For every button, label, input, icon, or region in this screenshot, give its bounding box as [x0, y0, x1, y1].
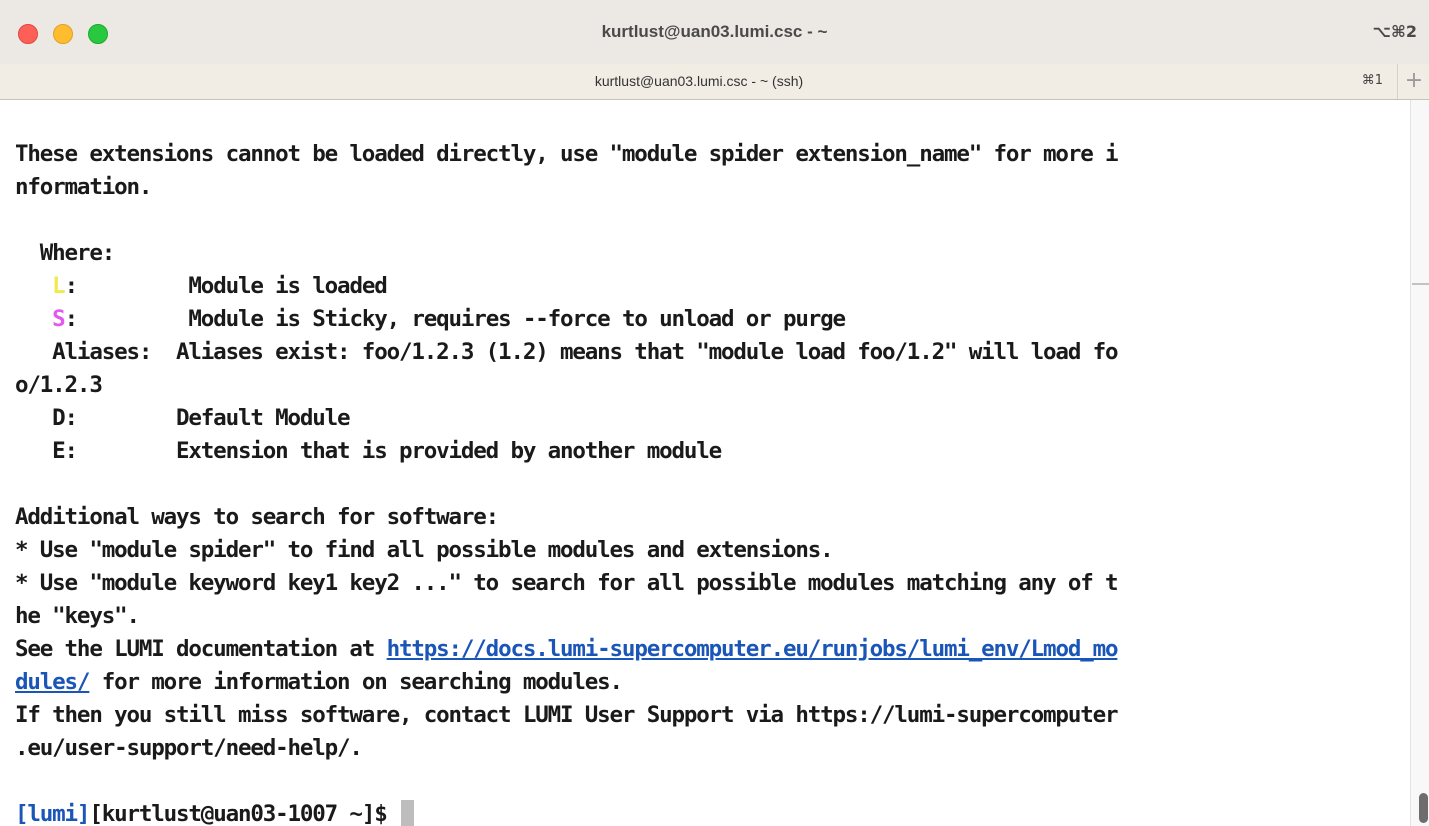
documentation-link-cont[interactable]: dules/ — [15, 669, 90, 695]
text-cursor — [400, 800, 414, 826]
output-line: Aliases: Aliases exist: foo/1.2.3 (1.2) … — [15, 339, 1118, 365]
documentation-link[interactable]: https://docs.lumi-supercomputer.eu/runjo… — [387, 636, 1119, 662]
window-title: kurtlust@uan03.lumi.csc - ~ — [601, 22, 828, 41]
title-bar[interactable]: kurtlust@uan03.lumi.csc - ~ ⌥⌘2 — [0, 0, 1429, 65]
shell-prompt[interactable]: [lumi][kurtlust@uan03-1007 ~]$ — [15, 798, 414, 826]
tab-ssh-session[interactable]: kurtlust@uan03.lumi.csc - ~ (ssh) ⌘1 — [0, 64, 1398, 99]
window-shortcut: ⌥⌘2 — [1372, 22, 1417, 41]
loaded-marker: L — [52, 273, 66, 299]
scrollbar-thumb[interactable] — [1419, 793, 1428, 823]
output-line: o/1.2.3 — [15, 372, 103, 398]
output-line: Where: — [15, 240, 115, 266]
terminal-window: kurtlust@uan03.lumi.csc - ~ ⌥⌘2 kurtlust… — [0, 0, 1429, 826]
tab-bar: kurtlust@uan03.lumi.csc - ~ (ssh) ⌘1 + — [0, 64, 1429, 100]
output-line: D: Default Module — [15, 405, 350, 431]
output-line: Additional ways to search for software: — [15, 504, 499, 530]
legend-loaded-line: L: Module is loaded — [15, 270, 388, 303]
documentation-text: See the LUMI documentation at — [15, 636, 387, 662]
documentation-line-cont: dules/ for more information on searching… — [15, 666, 623, 699]
sticky-marker: S — [52, 306, 66, 332]
prompt-text: [kurtlust@uan03-1007 ~]$ — [89, 801, 399, 826]
output-line: If then you still miss software, contact… — [15, 702, 1119, 728]
legend-sticky-line: S: Module is Sticky, requires --force to… — [15, 303, 846, 336]
output-line: nformation. — [15, 174, 152, 200]
scroll-mark — [1412, 283, 1429, 285]
output-line: E: Extension that is provided by another… — [15, 438, 722, 464]
new-tab-button[interactable]: + — [1399, 67, 1429, 97]
output-line: .eu/user-support/need-help/. — [15, 735, 363, 761]
documentation-text-cont: for more information on searching module… — [89, 669, 623, 695]
terminal-output[interactable]: These extensions cannot be loaded direct… — [0, 100, 1410, 826]
legend-loaded-text: : Module is loaded — [64, 273, 388, 299]
tab-shortcut: ⌘1 — [1361, 73, 1383, 88]
output-line: * Use "module keyword key1 key2 ..." to … — [15, 570, 1119, 596]
documentation-line: See the LUMI documentation at https://do… — [15, 633, 1119, 666]
prompt-tag: [lumi] — [15, 801, 90, 826]
output-line: he "keys". — [15, 603, 140, 629]
output-line: * Use "module spider" to find all possib… — [15, 537, 834, 563]
tab-title: kurtlust@uan03.lumi.csc - ~ (ssh) — [594, 73, 804, 89]
legend-sticky-text: : Module is Sticky, requires --force to … — [64, 306, 846, 332]
output-line: These extensions cannot be loaded direct… — [15, 141, 1119, 167]
vertical-scrollbar[interactable] — [1410, 100, 1429, 826]
